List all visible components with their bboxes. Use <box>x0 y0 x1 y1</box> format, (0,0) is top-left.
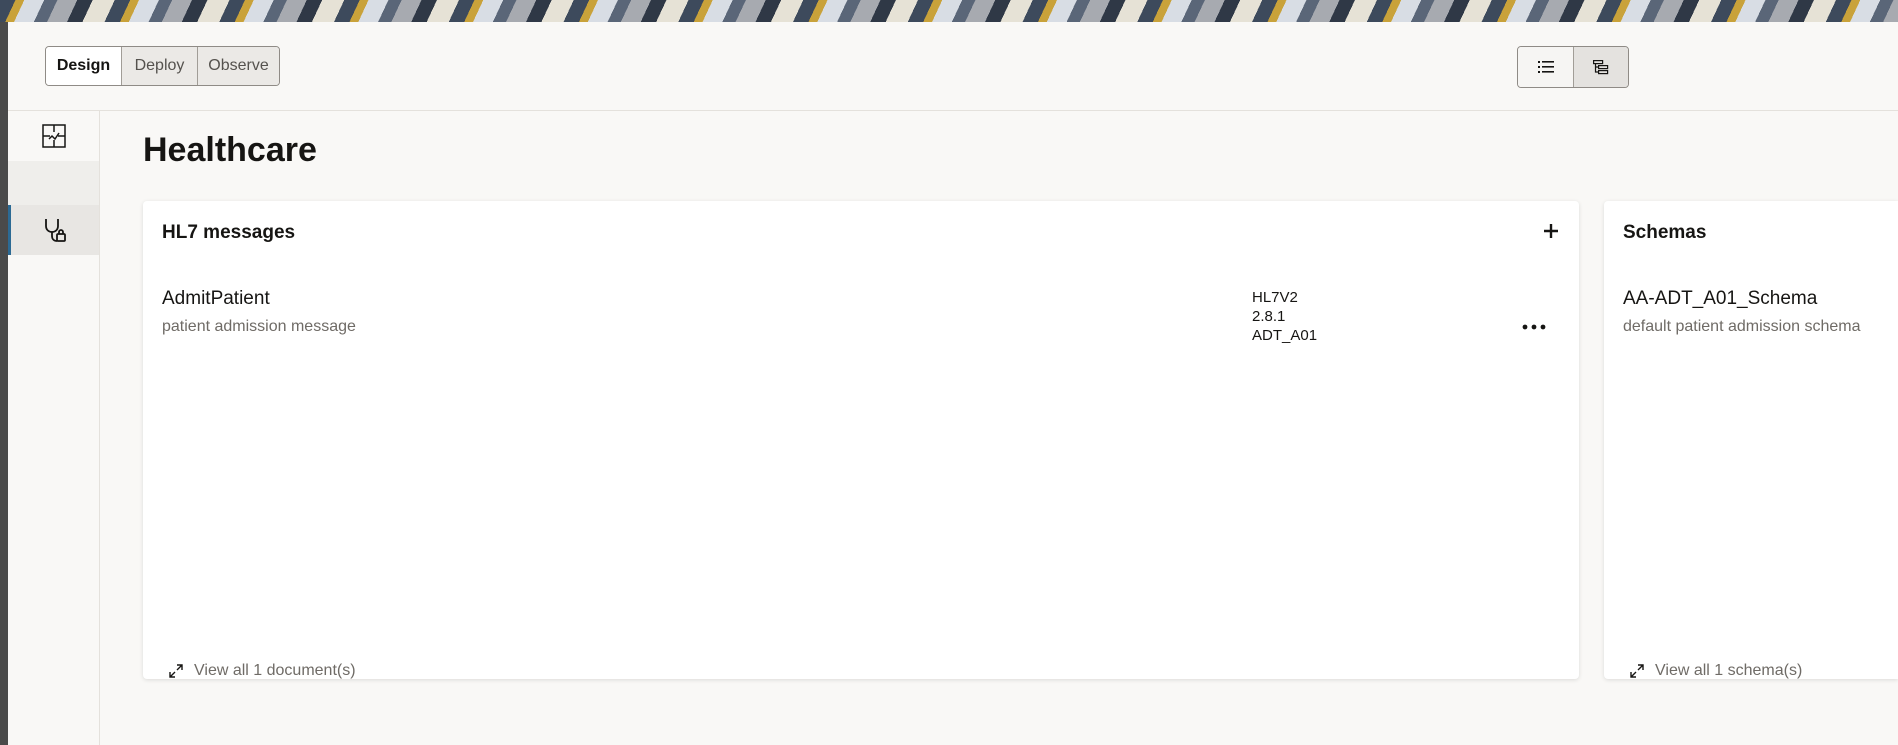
stethoscope-icon <box>45 219 66 242</box>
hl7-item-message-type: ADT_A01 <box>1252 327 1318 344</box>
list-view-icon <box>1537 61 1554 73</box>
hl7-item-description: patient admission message <box>162 318 356 335</box>
view-all-documents-label: View all 1 document(s) <box>194 662 356 679</box>
mode-switcher: Design Deploy Observe <box>45 46 280 86</box>
schemas-card <box>1604 201 1898 679</box>
schema-item-name[interactable]: AA-ADT_A01_Schema <box>1623 288 1817 310</box>
sidebar-item-blank[interactable] <box>8 161 99 211</box>
hl7-messages-card <box>143 201 1579 679</box>
left-sidebar <box>8 111 100 745</box>
sidebar-item-healthcare[interactable] <box>8 205 99 255</box>
add-hl7-message-button[interactable] <box>1536 216 1566 246</box>
tab-deploy[interactable]: Deploy <box>121 47 197 85</box>
view-toggle <box>1517 46 1629 88</box>
sidebar-item-integrations[interactable] <box>8 111 99 161</box>
plus-icon <box>1544 224 1558 238</box>
schema-item-description: default patient admission schema <box>1623 318 1861 335</box>
page-title: Healthcare <box>143 131 317 169</box>
view-all-schemas-link[interactable]: View all 1 schema(s) <box>1629 662 1802 680</box>
list-view-button[interactable] <box>1518 47 1573 87</box>
hl7-item-meta: HL7V2 2.8.1 ADT_A01 <box>1252 288 1317 345</box>
tree-view-button[interactable] <box>1573 47 1628 87</box>
hl7-item-version: 2.8.1 <box>1252 308 1286 325</box>
tree-view-icon <box>1593 59 1609 74</box>
schemas-card-title: Schemas <box>1623 222 1707 243</box>
view-all-schemas-label: View all 1 schema(s) <box>1655 662 1803 679</box>
expand-icon <box>1630 664 1644 678</box>
tab-observe[interactable]: Observe <box>197 47 279 85</box>
view-all-documents-link[interactable]: View all 1 document(s) <box>168 662 356 680</box>
top-banner <box>0 0 1898 22</box>
top-toolbar: Design Deploy Observe <box>8 22 1898 111</box>
integrations-icon <box>41 124 66 148</box>
hl7-item-name[interactable]: AdmitPatient <box>162 288 270 310</box>
tab-design[interactable]: Design <box>46 47 121 85</box>
expand-icon <box>169 664 183 678</box>
app-window: Design Deploy Observe Healthcare HL7 mes… <box>8 22 1898 745</box>
hl7-card-title: HL7 messages <box>162 222 296 243</box>
more-options-icon <box>1522 324 1546 330</box>
hl7-item-standard: HL7V2 <box>1252 289 1298 306</box>
more-actions-button[interactable] <box>1516 312 1552 342</box>
